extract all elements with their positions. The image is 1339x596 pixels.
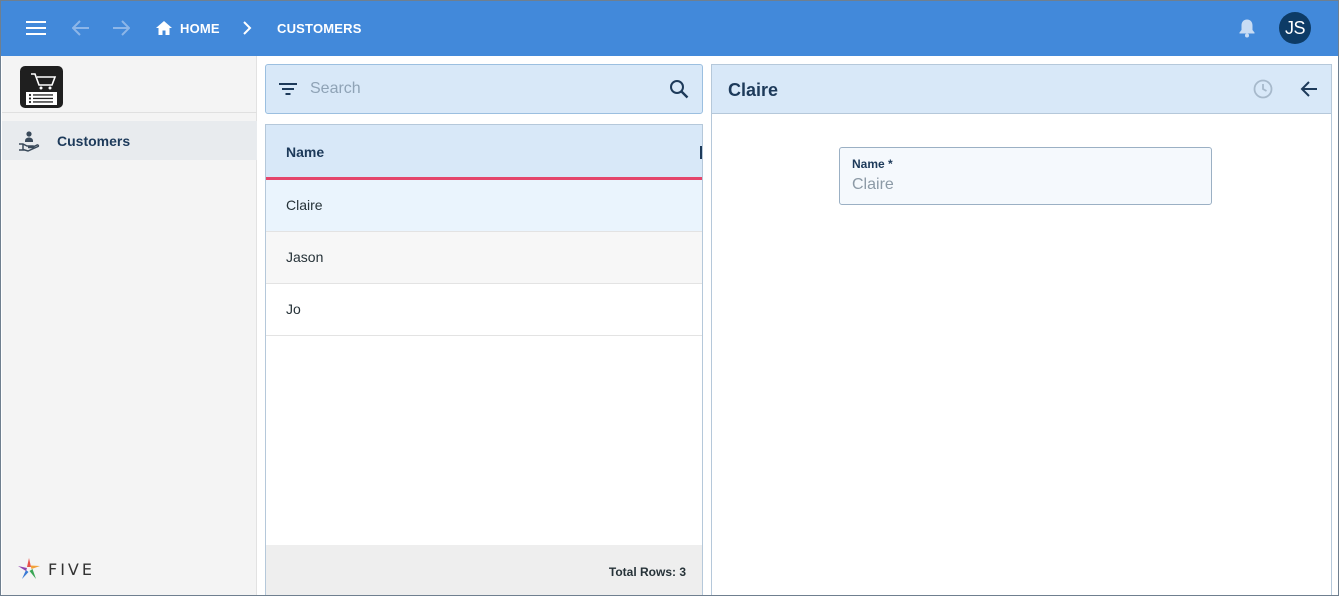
sidebar-divider (2, 112, 257, 113)
search-icon[interactable] (669, 79, 689, 104)
sidebar-item-customers[interactable]: Customers (2, 121, 257, 160)
list-footer: Total Rows: 3 (266, 545, 702, 595)
chevron-right-icon (234, 15, 260, 41)
table-row[interactable]: Claire (266, 180, 702, 232)
sidebar-item-label: Customers (57, 133, 131, 149)
home-icon[interactable] (151, 15, 177, 41)
search-input[interactable]: Search (310, 80, 361, 98)
user-avatar[interactable]: JS (1279, 12, 1311, 44)
detail-panel: Claire Name * Claire (711, 64, 1332, 595)
breadcrumb-customers[interactable]: CUSTOMERS (277, 21, 362, 36)
table-row[interactable]: Jason (266, 232, 702, 284)
breadcrumb-home[interactable]: HOME (180, 21, 220, 36)
hamburger-menu-icon[interactable] (23, 15, 49, 41)
five-star-icon (18, 558, 40, 579)
app-window: HOME CUSTOMERS JS Customers FIVE Search … (0, 0, 1339, 596)
shopping-cart-list-icon[interactable] (20, 66, 63, 108)
column-header-label: Name (286, 144, 325, 160)
row-name: Jason (286, 249, 324, 265)
arrow-left-icon[interactable] (1300, 80, 1318, 103)
row-name: Jo (286, 301, 301, 317)
row-name: Claire (286, 197, 323, 213)
total-rows-label: Total Rows: 3 (608, 565, 686, 579)
detail-header: Claire (712, 65, 1331, 114)
top-bar: HOME CUSTOMERS JS (1, 1, 1338, 56)
back-arrow-icon[interactable] (68, 15, 94, 41)
hand-person-icon (18, 130, 40, 157)
bell-icon[interactable] (1234, 15, 1260, 41)
search-bar: Search (265, 64, 703, 114)
forward-arrow-icon[interactable] (108, 15, 134, 41)
table-row[interactable]: Jo (266, 284, 702, 336)
detail-title: Claire (728, 80, 779, 100)
brand-text: FIVE (48, 559, 95, 579)
column-resize-handle[interactable] (700, 146, 702, 159)
clock-icon[interactable] (1253, 79, 1273, 104)
five-logo: FIVE (16, 556, 95, 582)
sidebar: Customers FIVE (2, 56, 257, 595)
customer-list: Name Claire Jason Jo Total Rows: 3 (265, 124, 703, 595)
filter-icon[interactable] (278, 81, 298, 102)
name-field[interactable]: Name * Claire (839, 147, 1212, 205)
name-field-label: Name * (852, 157, 893, 171)
name-field-value[interactable]: Claire (852, 176, 894, 194)
column-header-name[interactable]: Name (266, 125, 702, 180)
